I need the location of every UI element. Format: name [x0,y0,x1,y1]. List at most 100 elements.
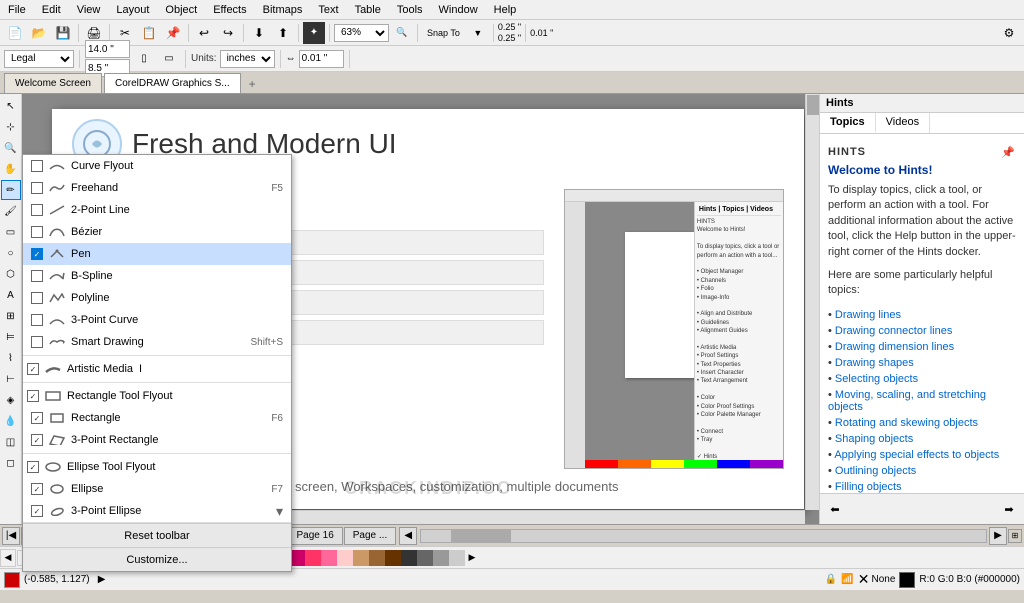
flyout-item-3pointcurve[interactable]: 3-Point Curve [23,309,291,331]
scroll-vertical[interactable] [805,94,819,510]
hint-selecting[interactable]: Selecting objects [828,371,1016,387]
palette-scroll-right[interactable]: ▶ [465,549,479,567]
landscape-button[interactable]: ▭ [158,48,180,70]
menu-bitmaps[interactable]: Bitmaps [255,2,311,18]
flyout-item-smartdrawing[interactable]: Smart Drawing Shift+S [23,331,291,353]
menu-tools[interactable]: Tools [389,2,431,18]
hint-rotating[interactable]: Rotating and skewing objects [828,415,1016,431]
flyout-item-bezier[interactable]: Bézier [23,221,291,243]
flyout-item-2pointline[interactable]: 2-Point Line [23,199,291,221]
tool-parallel[interactable]: ⊨ [1,327,21,347]
swatch-20[interactable] [369,550,385,566]
page-width-input[interactable] [85,40,130,58]
tool-fill[interactable]: ◈ [1,390,21,410]
tool-polygon[interactable]: ⬡ [1,264,21,284]
hint-drawing-lines[interactable]: Drawing lines [828,307,1016,323]
paste-button[interactable]: 📌 [162,22,184,44]
tool-shadow[interactable]: ◫ [1,432,21,452]
hint-shaping[interactable]: Shaping objects [828,431,1016,447]
save-button[interactable]: 💾 [52,22,74,44]
flyout-item-ellipse[interactable]: ✓ Ellipse F7 [23,478,291,500]
hints-pin-icon[interactable]: 📌 [1001,146,1016,159]
swatch-22[interactable] [401,550,417,566]
swatch-25[interactable] [449,550,465,566]
tab-add-button[interactable]: + [243,75,262,93]
snap-btn[interactable]: Snap To [422,22,465,44]
snap-dropdown[interactable]: ▼ [467,22,489,44]
options-button[interactable]: ⚙ [998,22,1020,44]
page-scrollbar[interactable] [420,529,987,543]
menu-window[interactable]: Window [431,2,486,18]
hint-effects[interactable]: Applying special effects to objects [828,447,1016,463]
flyout-item-rect[interactable]: ✓ Rectangle F6 [23,407,291,429]
units-select[interactable]: inches [220,50,275,68]
flyout-item-curveflyout[interactable]: Curve Flyout [23,155,291,177]
menu-table[interactable]: Table [347,2,389,18]
flyout-section-rect-flyout[interactable]: ✓ Rectangle Tool Flyout [23,385,291,407]
tool-pan[interactable]: ✋ [1,159,21,179]
hint-moving[interactable]: Moving, scaling, and stretching objects [828,387,1016,415]
nudge-value-input[interactable] [299,50,344,68]
flyout-item-3pointrect[interactable]: ✓ 3-Point Rectangle [23,429,291,451]
tool-color[interactable]: 💧 [1,411,21,431]
page-scroll-right[interactable]: ▶ [989,527,1007,545]
copy-button[interactable]: 📋 [138,22,160,44]
swatch-18[interactable] [337,550,353,566]
status-error-button[interactable] [4,572,20,588]
menu-effects[interactable]: Effects [205,2,254,18]
page-options-button[interactable]: ⊞ [1008,529,1022,543]
flyout-item-bspline[interactable]: B-Spline [23,265,291,287]
hint-outlining[interactable]: Outlining objects [828,463,1016,479]
export-button[interactable]: ⬆ [272,22,294,44]
tool-table[interactable]: ⊞ [1,306,21,326]
status-play-button[interactable]: ▶ [94,572,110,588]
menu-edit[interactable]: Edit [34,2,69,18]
swatch-17[interactable] [321,550,337,566]
swatch-16[interactable] [305,550,321,566]
zoom-select[interactable]: 63% [334,24,389,42]
portrait-button[interactable]: ▯ [133,48,155,70]
swatch-21[interactable] [385,550,401,566]
swatch-24[interactable] [433,550,449,566]
swatch-23[interactable] [417,550,433,566]
scroll-thumb-v[interactable] [807,95,819,115]
swatch-19[interactable] [353,550,369,566]
hint-shapes[interactable]: Drawing shapes [828,355,1016,371]
menu-file[interactable]: File [0,2,34,18]
tab-coreldraw[interactable]: CorelDRAW Graphics S... [104,73,241,93]
page-first-button[interactable]: |◀ [2,527,20,545]
tool-text[interactable]: A [1,285,21,305]
hints-tab-topics[interactable]: Topics [820,113,876,133]
menu-object[interactable]: Object [157,2,205,18]
hints-back-button[interactable]: ⬅ [824,498,846,520]
menu-text[interactable]: Text [310,2,346,18]
tab-welcome[interactable]: Welcome Screen [4,73,102,93]
flyout-section-ellipse-flyout[interactable]: ✓ Ellipse Tool Flyout [23,456,291,478]
tool-measure[interactable]: ⊢ [1,369,21,389]
tool-select[interactable]: ↖ [1,96,21,116]
menu-view[interactable]: View [69,2,109,18]
undo-button[interactable]: ↩ [193,22,215,44]
tool-transparency[interactable]: ◻ [1,453,21,473]
customize-button[interactable]: Customize... [23,547,291,571]
flyout-item-pen[interactable]: ✓ Pen [23,243,291,265]
page-add-button[interactable]: ◀ [399,527,417,545]
tool-connector[interactable]: ⌇ [1,348,21,368]
flyout-item-3pointellipse[interactable]: ✓ 3-Point Ellipse ▾ [23,500,291,522]
flyout-item-polyline[interactable]: Polyline [23,287,291,309]
import-button[interactable]: ⬇ [248,22,270,44]
new-button[interactable]: 📄 [4,22,26,44]
palette-scroll-left[interactable]: ◀ [0,549,16,567]
tool-rect[interactable]: ▭ [1,222,21,242]
redo-button[interactable]: ↪ [217,22,239,44]
flyout-item-freehand[interactable]: Freehand F5 [23,177,291,199]
tool-zoom[interactable]: 🔍 [1,138,21,158]
page-tab-16[interactable]: Page 16 [288,527,343,545]
open-button[interactable]: 📂 [28,22,50,44]
flyout-section-artistic[interactable]: ✓ Artistic Media I [23,358,291,380]
hint-connector-lines[interactable]: Drawing connector lines [828,323,1016,339]
hints-forward-button[interactable]: ➡ [998,498,1020,520]
tool-artistic[interactable]: 🖌 [1,201,21,221]
hints-tab-videos[interactable]: Videos [876,113,930,133]
tool-pick[interactable]: ⊹ [1,117,21,137]
